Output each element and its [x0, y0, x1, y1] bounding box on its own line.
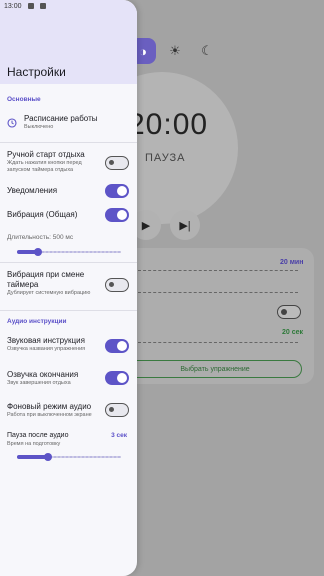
- card-divider: [138, 270, 298, 271]
- drawer-title: Настройки: [7, 65, 66, 79]
- card-divider: [138, 292, 298, 293]
- manual-start-label: Ручной старт отдыха: [7, 150, 85, 159]
- pause-after-audio-sub: Время на подготовку: [7, 441, 61, 447]
- section-basic: Основные: [7, 96, 41, 103]
- manual-start-toggle[interactable]: [105, 156, 129, 170]
- work-duration-value: 20 мин: [280, 259, 304, 266]
- theme-switcher: ◑ ☀ ☾: [130, 38, 220, 64]
- manual-start-sub: Ждать нажатия кнопки перед запуском тайм…: [7, 160, 82, 173]
- card-toggle[interactable]: [277, 305, 301, 319]
- rest-duration-value: 20 сек: [282, 329, 304, 336]
- vibration-switch-row[interactable]: Вибрация при смене таймера Дублирует сис…: [7, 270, 129, 302]
- divider: [0, 142, 137, 143]
- section-audio: Аудио инструкции: [7, 318, 67, 325]
- voice-instruction-toggle[interactable]: [105, 339, 129, 353]
- schedule-status: Выключено: [24, 124, 54, 130]
- clock-icon: [7, 118, 17, 128]
- pause-after-audio-value: 3 сек: [111, 432, 127, 439]
- pause-after-audio-row: Пауза после аудио Время на подготовку 3 …: [7, 431, 129, 447]
- timer-state-label: ПАУЗА: [145, 152, 186, 164]
- voice-instruction-row[interactable]: Звуковая инструкция Озвучка названия упр…: [7, 336, 129, 356]
- divider: [0, 262, 137, 263]
- notifications-row[interactable]: Уведомления: [7, 184, 129, 198]
- notification-icon: [27, 3, 34, 9]
- duration-label: Длительность: 500 мс: [7, 234, 74, 241]
- pause-slider[interactable]: [17, 453, 121, 461]
- vibration-row[interactable]: Вибрация (Общая): [7, 208, 129, 222]
- divider: [0, 310, 137, 311]
- status-bar: 13:00: [0, 0, 136, 12]
- notification-icon: [39, 3, 46, 9]
- background-audio-toggle[interactable]: [105, 403, 129, 417]
- dark-theme-button[interactable]: ☾: [194, 38, 220, 64]
- schedule-row[interactable]: Расписание работы Выключено: [7, 112, 129, 136]
- timer-display: 20:00: [128, 108, 209, 141]
- slider-thumb[interactable]: [33, 248, 42, 256]
- vibration-switch-label: Вибрация при смене таймера: [7, 270, 85, 289]
- light-theme-button[interactable]: ☀: [162, 38, 188, 64]
- card-divider: [138, 342, 298, 343]
- drawer-header: Настройки: [0, 0, 137, 84]
- skip-next-button[interactable]: ▶|: [170, 210, 200, 240]
- notifications-toggle[interactable]: [105, 184, 129, 198]
- vibration-toggle[interactable]: [105, 208, 129, 222]
- vibration-switch-sub: Дублирует системную вибрацию: [7, 290, 91, 296]
- status-time: 13:00: [4, 2, 22, 10]
- schedule-label: Расписание работы: [24, 114, 98, 123]
- manual-start-row[interactable]: Ручной старт отдыха Ждать нажатия кнопки…: [7, 150, 129, 176]
- voice-end-toggle[interactable]: [105, 371, 129, 385]
- voice-end-row[interactable]: Озвучка окончания Звук завершения отдыха: [7, 370, 129, 390]
- background-audio-row[interactable]: Фоновый режим аудио Работа при выключенн…: [7, 402, 129, 422]
- select-exercise-button[interactable]: Выбрать упражнение: [128, 360, 302, 378]
- duration-slider[interactable]: [17, 248, 121, 256]
- slider-thumb[interactable]: [44, 453, 53, 461]
- settings-drawer: Настройки Основные Расписание работы Вык…: [0, 0, 137, 576]
- vibration-switch-toggle[interactable]: [105, 278, 129, 292]
